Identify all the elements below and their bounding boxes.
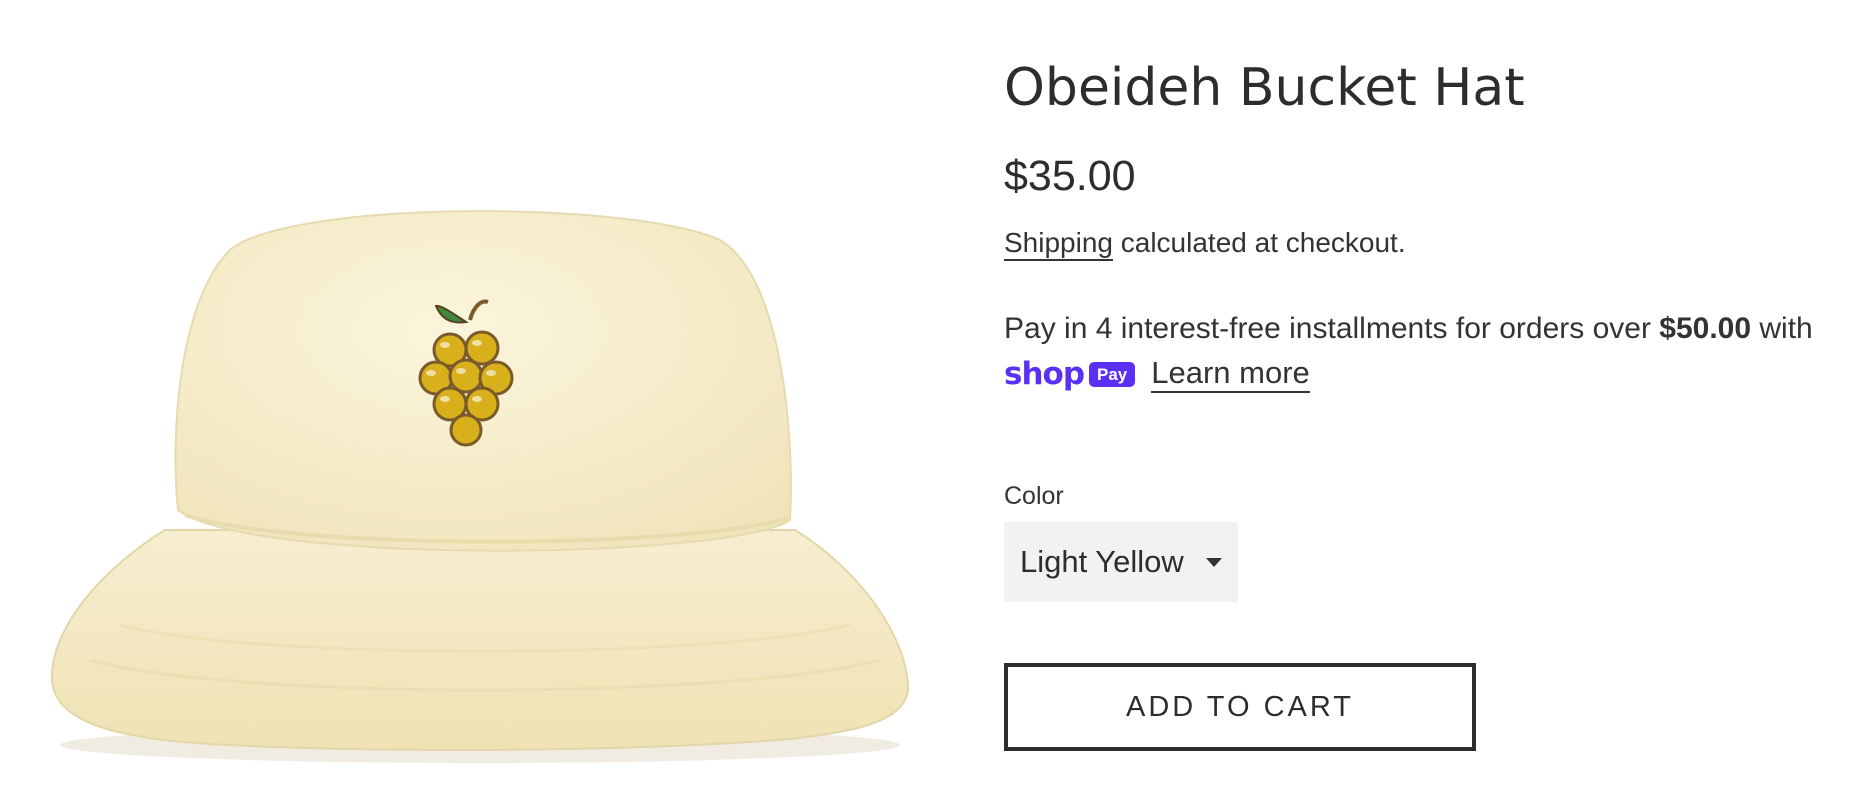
product-title: Obeideh Bucket Hat xyxy=(1004,58,1525,118)
add-to-cart-button[interactable]: ADD TO CART xyxy=(1004,663,1476,751)
shop-pay-logo: shop Pay xyxy=(1004,355,1136,392)
shipping-link[interactable]: Shipping xyxy=(1004,227,1113,261)
installments-note: Pay in 4 interest-free installments for … xyxy=(1004,305,1844,393)
installments-text-after: with xyxy=(1751,312,1813,345)
shop-pay-wordmark: shop xyxy=(1004,355,1085,392)
installments-threshold: $50.00 xyxy=(1659,312,1752,345)
bucket-hat-image xyxy=(50,210,910,763)
color-select[interactable]: Light Yellow xyxy=(1004,522,1238,602)
chevron-down-icon xyxy=(1205,557,1222,567)
color-select-value: Light Yellow xyxy=(1020,544,1184,579)
product-price: $35.00 xyxy=(1004,152,1136,200)
color-label: Color xyxy=(1004,482,1064,510)
product-image[interactable] xyxy=(30,180,930,780)
shop-pay-badge: Pay xyxy=(1089,361,1136,387)
shipping-note: Shipping calculated at checkout. xyxy=(1004,225,1406,261)
shoppay-row: shop Pay Learn more xyxy=(1004,355,1844,393)
installments-text: Pay in 4 interest-free installments for … xyxy=(1004,312,1660,345)
shipping-rest-text: calculated at checkout. xyxy=(1112,227,1406,258)
learn-more-link[interactable]: Learn more xyxy=(1151,355,1310,393)
